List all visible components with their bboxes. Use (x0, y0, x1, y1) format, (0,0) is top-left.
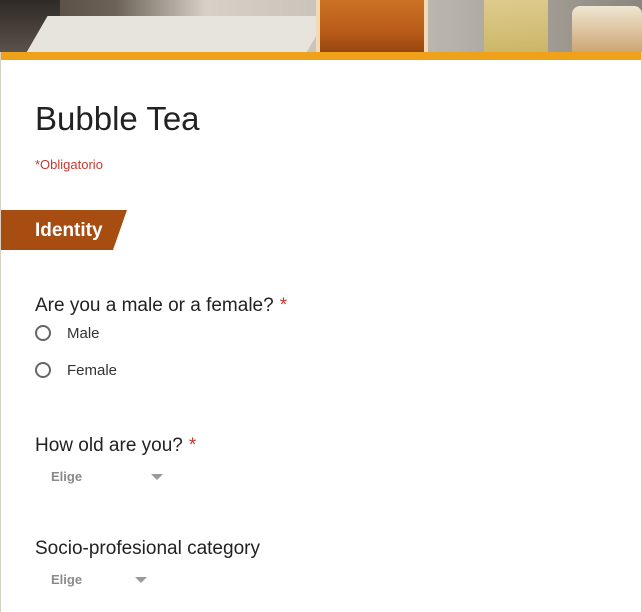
section-title: Identity (35, 220, 103, 241)
header-image-glass-iced (572, 6, 642, 52)
radio-option-male[interactable]: Male (35, 323, 100, 343)
header-image-plate (24, 16, 328, 52)
radio-button-female[interactable] (35, 362, 51, 378)
radio-option-female[interactable]: Female (35, 360, 117, 380)
age-select-value[interactable]: Elige (51, 469, 82, 484)
question-age-label: How old are you? (35, 435, 183, 456)
required-asterisk: * (188, 435, 197, 456)
section-header-identity: Identity (1, 210, 127, 250)
socio-professional-select-value[interactable]: Elige (51, 572, 82, 587)
form-card: Bubble Tea *Obligatorio Identity Are you… (1, 52, 641, 612)
header-image (0, 0, 642, 52)
socio-professional-select[interactable]: Elige (51, 568, 155, 590)
dropdown-caret-icon[interactable] (135, 577, 147, 583)
header-image-glass-orange (316, 0, 428, 52)
question-socio-professional: Socio-profesional category (35, 538, 260, 560)
form-page: Bubble Tea *Obligatorio Identity Are you… (0, 0, 642, 612)
required-asterisk: * (279, 295, 288, 316)
question-gender-label: Are you a male or a female? (35, 295, 274, 316)
age-select[interactable]: Elige (51, 465, 171, 487)
header-image-glass-yellow (484, 0, 548, 52)
radio-button-male[interactable] (35, 325, 51, 341)
form-title: Bubble Tea (35, 100, 200, 137)
radio-label-female[interactable]: Female (67, 362, 117, 379)
question-age: How old are you? * (35, 435, 196, 457)
dropdown-caret-icon[interactable] (151, 474, 163, 480)
required-note: *Obligatorio (35, 157, 103, 172)
question-gender: Are you a male or a female? * (35, 295, 287, 317)
question-socio-professional-label: Socio-profesional category (35, 538, 260, 559)
radio-label-male[interactable]: Male (67, 325, 100, 342)
